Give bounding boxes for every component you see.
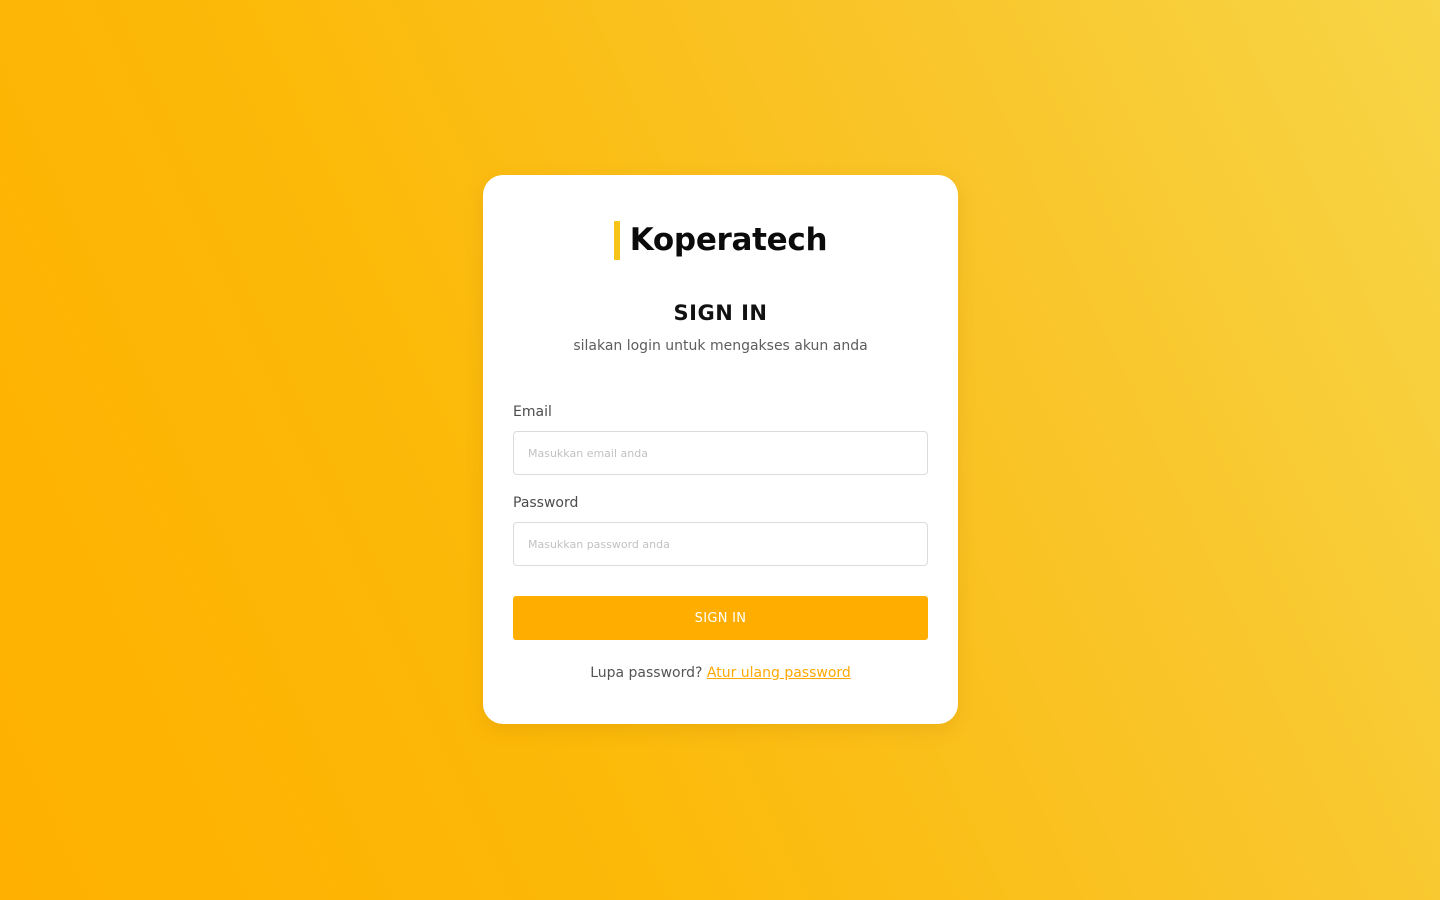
password-label: Password: [513, 495, 579, 511]
brand-name: Koperatech: [629, 222, 828, 258]
brand-accent-bar: [613, 221, 620, 260]
page-subtitle: silakan login untuk mengakses akun anda: [573, 338, 868, 354]
forgot-password-text: Lupa password?: [590, 665, 703, 681]
sign-in-button[interactable]: SIGN IN: [513, 596, 928, 640]
reset-password-link[interactable]: Atur ulang password: [707, 665, 851, 681]
page-title: SIGN IN: [673, 301, 768, 325]
login-card: Koperatech SIGN IN silakan login untuk m…: [483, 175, 958, 724]
email-field[interactable]: [513, 431, 928, 475]
forgot-password-row: Lupa password? Atur ulang password: [483, 665, 958, 681]
email-label: Email: [513, 404, 552, 420]
brand-logo: Koperatech: [483, 221, 958, 260]
password-field[interactable]: [513, 522, 928, 566]
